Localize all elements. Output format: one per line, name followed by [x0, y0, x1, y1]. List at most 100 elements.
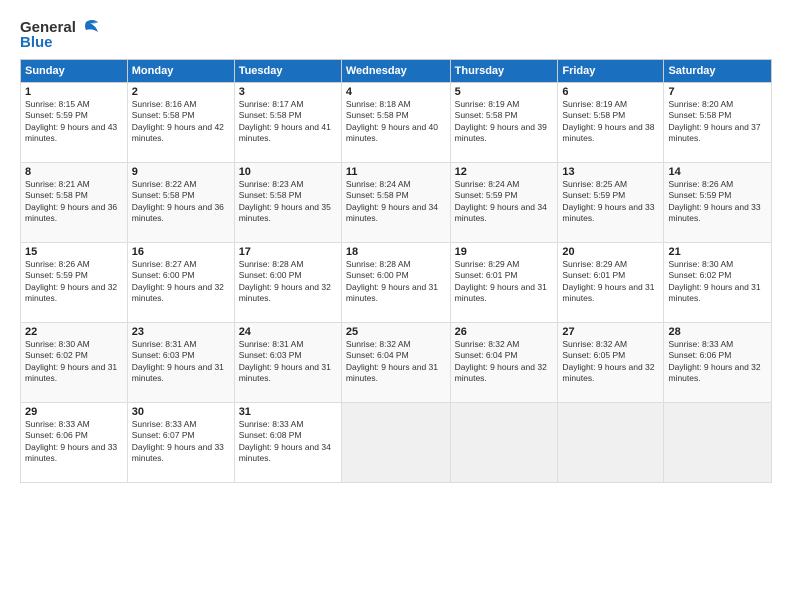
calendar-cell: 18 Sunrise: 8:28 AMSunset: 6:00 PMDaylig…	[341, 243, 450, 323]
day-number: 27	[562, 326, 659, 338]
day-info: Sunrise: 8:16 AMSunset: 5:58 PMDaylight:…	[132, 99, 224, 143]
calendar-body: 1 Sunrise: 8:15 AMSunset: 5:59 PMDayligh…	[21, 83, 772, 483]
calendar-cell: 7 Sunrise: 8:20 AMSunset: 5:58 PMDayligh…	[664, 83, 772, 163]
page: General Blue SundayMondayTuesdayWednesda…	[0, 0, 792, 612]
day-info: Sunrise: 8:33 AMSunset: 6:08 PMDaylight:…	[239, 419, 331, 463]
logo: General Blue	[20, 18, 100, 51]
calendar-cell: 3 Sunrise: 8:17 AMSunset: 5:58 PMDayligh…	[234, 83, 341, 163]
day-number: 16	[132, 246, 230, 258]
calendar-cell	[558, 403, 664, 483]
day-number: 15	[25, 246, 123, 258]
day-info: Sunrise: 8:19 AMSunset: 5:58 PMDaylight:…	[562, 99, 654, 143]
day-number: 29	[25, 406, 123, 418]
day-number: 9	[132, 166, 230, 178]
day-number: 18	[346, 246, 446, 258]
calendar-cell: 20 Sunrise: 8:29 AMSunset: 6:01 PMDaylig…	[558, 243, 664, 323]
day-info: Sunrise: 8:27 AMSunset: 6:00 PMDaylight:…	[132, 259, 224, 303]
day-number: 6	[562, 86, 659, 98]
weekday-label: Saturday	[664, 60, 772, 83]
day-info: Sunrise: 8:32 AMSunset: 6:05 PMDaylight:…	[562, 339, 654, 383]
calendar-cell: 30 Sunrise: 8:33 AMSunset: 6:07 PMDaylig…	[127, 403, 234, 483]
logo-general: General	[20, 19, 76, 36]
calendar-cell: 16 Sunrise: 8:27 AMSunset: 6:00 PMDaylig…	[127, 243, 234, 323]
day-number: 28	[668, 326, 767, 338]
weekday-label: Monday	[127, 60, 234, 83]
calendar-cell	[664, 403, 772, 483]
calendar-cell: 11 Sunrise: 8:24 AMSunset: 5:58 PMDaylig…	[341, 163, 450, 243]
calendar-cell: 8 Sunrise: 8:21 AMSunset: 5:58 PMDayligh…	[21, 163, 128, 243]
calendar-cell: 10 Sunrise: 8:23 AMSunset: 5:58 PMDaylig…	[234, 163, 341, 243]
calendar-cell: 25 Sunrise: 8:32 AMSunset: 6:04 PMDaylig…	[341, 323, 450, 403]
day-number: 14	[668, 166, 767, 178]
day-number: 25	[346, 326, 446, 338]
day-number: 19	[455, 246, 554, 258]
day-info: Sunrise: 8:20 AMSunset: 5:58 PMDaylight:…	[668, 99, 760, 143]
day-info: Sunrise: 8:31 AMSunset: 6:03 PMDaylight:…	[132, 339, 224, 383]
calendar-cell: 28 Sunrise: 8:33 AMSunset: 6:06 PMDaylig…	[664, 323, 772, 403]
day-info: Sunrise: 8:30 AMSunset: 6:02 PMDaylight:…	[668, 259, 760, 303]
day-info: Sunrise: 8:31 AMSunset: 6:03 PMDaylight:…	[239, 339, 331, 383]
logo-image: General Blue	[20, 18, 100, 51]
day-number: 5	[455, 86, 554, 98]
calendar-cell: 13 Sunrise: 8:25 AMSunset: 5:59 PMDaylig…	[558, 163, 664, 243]
calendar-cell: 4 Sunrise: 8:18 AMSunset: 5:58 PMDayligh…	[341, 83, 450, 163]
day-info: Sunrise: 8:18 AMSunset: 5:58 PMDaylight:…	[346, 99, 438, 143]
day-info: Sunrise: 8:17 AMSunset: 5:58 PMDaylight:…	[239, 99, 331, 143]
weekday-header-row: SundayMondayTuesdayWednesdayThursdayFrid…	[21, 60, 772, 83]
calendar-cell: 22 Sunrise: 8:30 AMSunset: 6:02 PMDaylig…	[21, 323, 128, 403]
header: General Blue	[20, 18, 772, 51]
calendar-cell: 26 Sunrise: 8:32 AMSunset: 6:04 PMDaylig…	[450, 323, 558, 403]
calendar: SundayMondayTuesdayWednesdayThursdayFrid…	[20, 59, 772, 483]
day-info: Sunrise: 8:28 AMSunset: 6:00 PMDaylight:…	[346, 259, 438, 303]
calendar-cell: 14 Sunrise: 8:26 AMSunset: 5:59 PMDaylig…	[664, 163, 772, 243]
calendar-cell	[341, 403, 450, 483]
day-info: Sunrise: 8:25 AMSunset: 5:59 PMDaylight:…	[562, 179, 654, 223]
calendar-cell: 1 Sunrise: 8:15 AMSunset: 5:59 PMDayligh…	[21, 83, 128, 163]
day-info: Sunrise: 8:33 AMSunset: 6:06 PMDaylight:…	[668, 339, 760, 383]
calendar-cell: 24 Sunrise: 8:31 AMSunset: 6:03 PMDaylig…	[234, 323, 341, 403]
logo-blue: Blue	[20, 34, 53, 51]
day-number: 23	[132, 326, 230, 338]
day-number: 17	[239, 246, 337, 258]
day-info: Sunrise: 8:26 AMSunset: 5:59 PMDaylight:…	[668, 179, 760, 223]
day-number: 20	[562, 246, 659, 258]
day-info: Sunrise: 8:21 AMSunset: 5:58 PMDaylight:…	[25, 179, 117, 223]
calendar-cell: 17 Sunrise: 8:28 AMSunset: 6:00 PMDaylig…	[234, 243, 341, 323]
calendar-cell: 23 Sunrise: 8:31 AMSunset: 6:03 PMDaylig…	[127, 323, 234, 403]
day-info: Sunrise: 8:29 AMSunset: 6:01 PMDaylight:…	[455, 259, 547, 303]
day-info: Sunrise: 8:15 AMSunset: 5:59 PMDaylight:…	[25, 99, 117, 143]
calendar-cell: 6 Sunrise: 8:19 AMSunset: 5:58 PMDayligh…	[558, 83, 664, 163]
logo-bird-icon	[78, 18, 100, 36]
calendar-cell: 12 Sunrise: 8:24 AMSunset: 5:59 PMDaylig…	[450, 163, 558, 243]
day-number: 22	[25, 326, 123, 338]
calendar-cell: 2 Sunrise: 8:16 AMSunset: 5:58 PMDayligh…	[127, 83, 234, 163]
calendar-cell: 31 Sunrise: 8:33 AMSunset: 6:08 PMDaylig…	[234, 403, 341, 483]
day-info: Sunrise: 8:29 AMSunset: 6:01 PMDaylight:…	[562, 259, 654, 303]
day-info: Sunrise: 8:23 AMSunset: 5:58 PMDaylight:…	[239, 179, 331, 223]
day-info: Sunrise: 8:33 AMSunset: 6:07 PMDaylight:…	[132, 419, 224, 463]
calendar-cell: 15 Sunrise: 8:26 AMSunset: 5:59 PMDaylig…	[21, 243, 128, 323]
day-number: 31	[239, 406, 337, 418]
day-number: 24	[239, 326, 337, 338]
calendar-header: SundayMondayTuesdayWednesdayThursdayFrid…	[21, 60, 772, 83]
weekday-label: Tuesday	[234, 60, 341, 83]
day-number: 13	[562, 166, 659, 178]
day-info: Sunrise: 8:24 AMSunset: 5:58 PMDaylight:…	[346, 179, 438, 223]
day-number: 1	[25, 86, 123, 98]
weekday-label: Thursday	[450, 60, 558, 83]
day-info: Sunrise: 8:32 AMSunset: 6:04 PMDaylight:…	[346, 339, 438, 383]
weekday-label: Wednesday	[341, 60, 450, 83]
calendar-cell	[450, 403, 558, 483]
calendar-cell: 9 Sunrise: 8:22 AMSunset: 5:58 PMDayligh…	[127, 163, 234, 243]
day-number: 12	[455, 166, 554, 178]
day-info: Sunrise: 8:30 AMSunset: 6:02 PMDaylight:…	[25, 339, 117, 383]
calendar-cell: 5 Sunrise: 8:19 AMSunset: 5:58 PMDayligh…	[450, 83, 558, 163]
day-number: 10	[239, 166, 337, 178]
weekday-label: Sunday	[21, 60, 128, 83]
day-info: Sunrise: 8:24 AMSunset: 5:59 PMDaylight:…	[455, 179, 547, 223]
day-number: 11	[346, 166, 446, 178]
calendar-cell: 29 Sunrise: 8:33 AMSunset: 6:06 PMDaylig…	[21, 403, 128, 483]
day-info: Sunrise: 8:22 AMSunset: 5:58 PMDaylight:…	[132, 179, 224, 223]
day-info: Sunrise: 8:33 AMSunset: 6:06 PMDaylight:…	[25, 419, 117, 463]
day-number: 2	[132, 86, 230, 98]
